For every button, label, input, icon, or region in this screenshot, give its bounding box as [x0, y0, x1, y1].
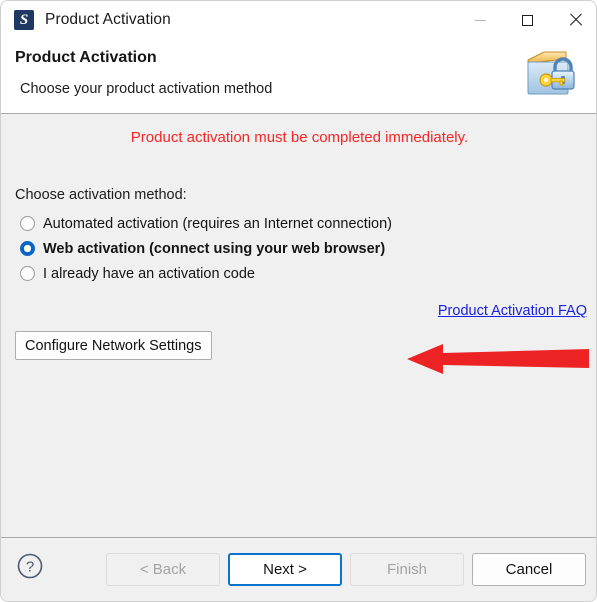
page-title: Product Activation: [15, 49, 157, 66]
page-subtitle: Choose your product activation method: [20, 81, 273, 97]
minimize-icon: [475, 19, 486, 21]
product-activation-faq-link[interactable]: Product Activation FAQ: [438, 303, 587, 319]
cancel-button[interactable]: Cancel: [472, 553, 586, 586]
radio-option-web[interactable]: Web activation (connect using your web b…: [20, 236, 392, 261]
maximize-icon: [522, 14, 533, 26]
app-logo-glyph: S: [19, 12, 29, 28]
title-bar: S Product Activation: [1, 1, 596, 39]
radio-option-label: Web activation (connect using your web b…: [43, 240, 386, 257]
next-button[interactable]: Next >: [228, 553, 342, 586]
page-header: Product Activation Choose your product a…: [1, 39, 596, 114]
maximize-button[interactable]: [504, 1, 551, 39]
configure-network-settings-button[interactable]: Configure Network Settings: [15, 331, 212, 360]
radio-option-label: Automated activation (requires an Intern…: [43, 215, 393, 232]
app-logo-icon: S: [14, 10, 34, 30]
activation-warning-text: Product activation must be completed imm…: [130, 129, 469, 146]
minimize-button[interactable]: [457, 1, 504, 39]
svg-text:?: ?: [26, 559, 34, 576]
help-icon[interactable]: ?: [16, 552, 44, 580]
finish-button[interactable]: Finish: [350, 553, 464, 586]
radio-option-automated[interactable]: Automated activation (requires an Intern…: [20, 211, 392, 236]
radio-button-selected-icon[interactable]: [20, 241, 35, 256]
window-title: Product Activation: [45, 11, 171, 28]
radio-option-label: I already have an activation code: [43, 265, 255, 282]
radio-button-icon[interactable]: [20, 266, 35, 281]
annotation-arrow-icon: [407, 344, 589, 374]
close-icon: [568, 13, 582, 27]
wizard-button-row: < Back Next > Finish Cancel: [106, 553, 586, 586]
back-button[interactable]: < Back: [106, 553, 220, 586]
main-content: Product activation must be completed imm…: [1, 115, 596, 538]
footer-bar: ? < Back Next > Finish Cancel: [1, 537, 596, 601]
box-with-padlock-and-key-icon: [527, 51, 575, 95]
close-button[interactable]: [551, 1, 596, 39]
activation-method-prompt: Choose activation method:: [15, 187, 187, 203]
activation-method-radio-group: Automated activation (requires an Intern…: [20, 211, 392, 286]
window-controls: [457, 1, 596, 39]
radio-button-icon[interactable]: [20, 216, 35, 231]
radio-option-activation-code[interactable]: I already have an activation code: [20, 261, 392, 286]
product-activation-window: S Product Activation Product Activation …: [0, 0, 597, 602]
